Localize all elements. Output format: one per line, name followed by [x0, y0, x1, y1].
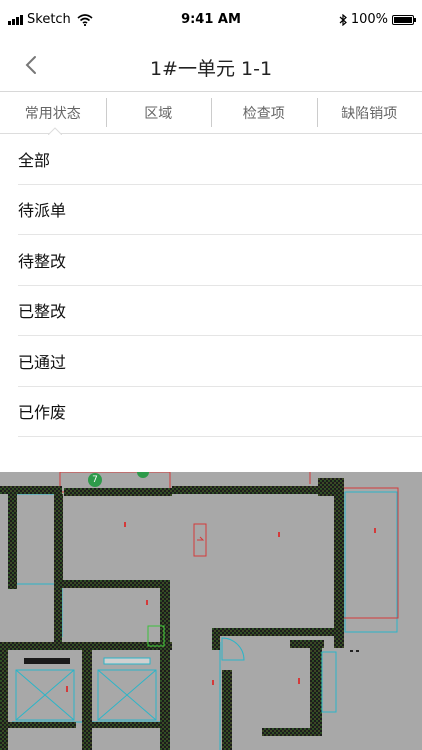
defect-marker-label: 7 [92, 475, 98, 485]
bluetooth-icon [339, 13, 347, 26]
list-item[interactable]: 待派单 [18, 185, 422, 235]
navigation-bar: 1#一单元 1-1 [0, 40, 422, 92]
tab-defect-closure[interactable]: 缺陷销项 [316, 92, 422, 133]
battery-icon [392, 14, 416, 25]
list-item[interactable]: 全部 [18, 134, 422, 185]
status-option-list: 全部 待派单 待整改 已整改 已通过 已作废 [0, 134, 422, 437]
battery-percent: 100% [350, 12, 388, 27]
floor-plan[interactable]: 7 [0, 472, 422, 750]
page-title: 1#一单元 1-1 [149, 58, 273, 80]
list-item[interactable]: 待整改 [18, 235, 422, 286]
filter-tabs: 常用状态 区域 检查项 缺陷销项 [0, 92, 422, 134]
list-item[interactable]: 已通过 [18, 336, 422, 387]
list-item[interactable]: 已整改 [18, 286, 422, 336]
tab-inspection-item[interactable]: 检查项 [211, 92, 317, 133]
floor-plan-drawing [0, 472, 399, 750]
defect-marker[interactable]: 7 [88, 473, 102, 487]
tab-area[interactable]: 区域 [105, 92, 212, 133]
status-bar: Sketch 9:41 AM 100% [0, 0, 422, 40]
battery-group: 100% [339, 12, 416, 27]
list-item[interactable]: 已作废 [18, 387, 422, 437]
